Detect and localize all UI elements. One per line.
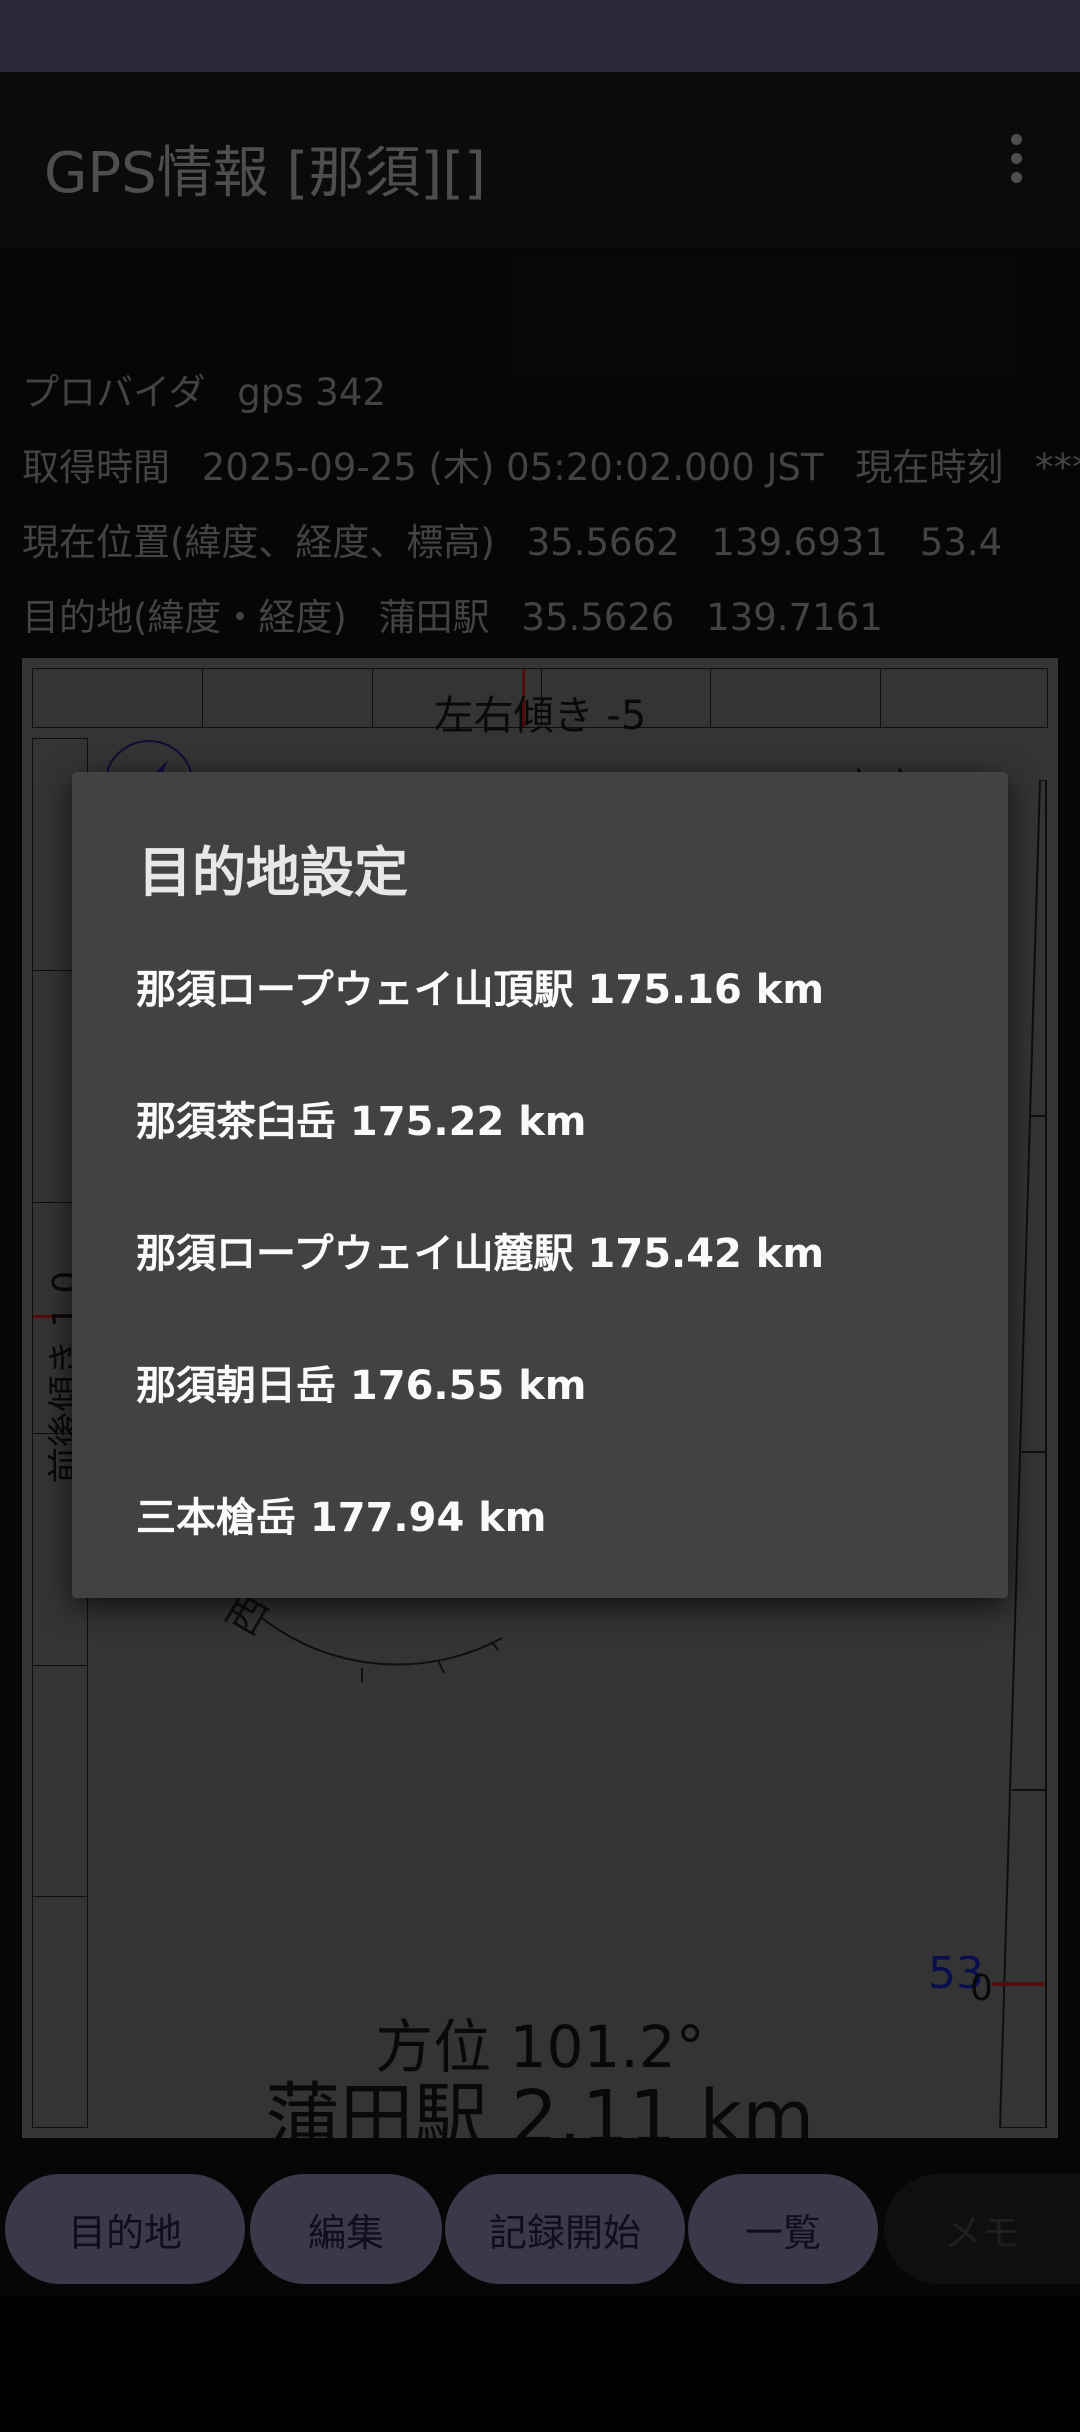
dialog-item[interactable]: 三本槍岳 177.94 km [136, 1464, 976, 1564]
dialog-item[interactable]: 那須ロープウェイ山麓駅 175.42 km [136, 1200, 976, 1300]
dialog-item[interactable]: 那須茶臼岳 175.22 km [136, 1068, 976, 1168]
dialog-item[interactable]: 那須ロープウェイ山頂駅 175.16 km [136, 936, 976, 1036]
dialog-title: 目的地設定 [138, 841, 408, 904]
dialog-item[interactable]: 那須朝日岳 176.55 km [136, 1332, 976, 1432]
destination-dialog: 目的地設定 那須ロープウェイ山頂駅 175.16 km 那須茶臼岳 175.22… [72, 772, 1008, 1598]
